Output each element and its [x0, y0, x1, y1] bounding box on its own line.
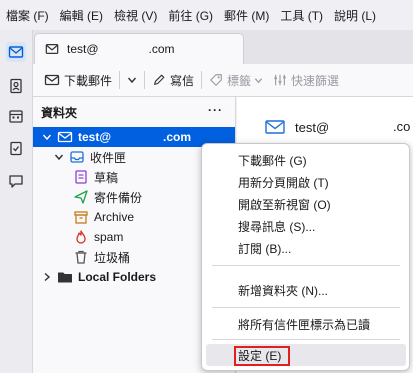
- highlight-box: [234, 346, 290, 366]
- folder-drafts[interactable]: 草稿: [69, 167, 118, 187]
- drafts-icon: [73, 169, 89, 185]
- menu-item-settings[interactable]: 設定 (E): [206, 344, 406, 366]
- archive-icon: [73, 209, 89, 225]
- folder-label: Archive: [94, 210, 135, 224]
- quick-filter-label: 快速篩選: [291, 73, 340, 88]
- menu-help[interactable]: 說明 (L): [334, 7, 376, 24]
- menu-edit[interactable]: 編輯 (E): [60, 7, 103, 24]
- folder-trash[interactable]: 垃圾桶: [69, 247, 130, 267]
- tab-bar: test@ .com: [33, 30, 413, 64]
- tab-mail[interactable]: test@ .com: [35, 34, 243, 64]
- tag-button[interactable]: 標籤: [204, 68, 268, 92]
- mail-toolbar: 下載郵件 寫信 標籤 快速篩選: [33, 64, 413, 97]
- menu-separator: [212, 307, 400, 308]
- folder-inbox[interactable]: 收件匣: [53, 147, 126, 167]
- sent-icon: [73, 189, 89, 205]
- toolbar-divider: [144, 71, 146, 89]
- trash-icon: [73, 249, 89, 265]
- chevron-down-icon: [127, 77, 137, 84]
- menu-file[interactable]: 檔案 (F): [6, 7, 49, 24]
- account-mail-icon: [57, 129, 73, 145]
- folder-label: 收件匣: [90, 150, 127, 165]
- get-messages-button[interactable]: 下載郵件: [39, 68, 117, 92]
- chevron-right-icon[interactable]: [41, 272, 53, 282]
- folder-archive[interactable]: Archive: [69, 207, 134, 227]
- chevron-down-icon[interactable]: [41, 132, 53, 142]
- menu-item-search-messages[interactable]: 搜尋訊息 (S)...: [206, 215, 406, 237]
- local-folders-row[interactable]: Local Folders: [41, 267, 156, 287]
- folder-spam[interactable]: spam: [69, 227, 123, 247]
- folder-pane-menu-button[interactable]: ···: [208, 103, 223, 117]
- account-heading-name: test@: [295, 119, 330, 135]
- write-label: 寫信: [170, 73, 195, 88]
- chevron-down-icon[interactable]: [53, 152, 65, 162]
- menu-item-open-new-tab[interactable]: 用新分頁開啟 (T): [206, 171, 406, 193]
- chevron-down-icon: [254, 77, 263, 83]
- address-book-icon: [10, 78, 22, 94]
- menu-item-open-new-window[interactable]: 開啟至新視窗 (O): [206, 193, 406, 215]
- filter-icon: [274, 74, 286, 86]
- folder-icon: [57, 269, 73, 285]
- menu-message[interactable]: 郵件 (M): [224, 7, 269, 24]
- folder-label: 草稿: [94, 170, 119, 185]
- menu-separator: [212, 265, 400, 266]
- folder-label: spam: [94, 230, 124, 244]
- calendar-button[interactable]: [6, 106, 26, 126]
- folder-sent[interactable]: 寄件備份: [69, 187, 142, 207]
- folder-pane-title: 資料夾: [41, 105, 78, 120]
- tab-domain: .com: [148, 42, 175, 56]
- mail-icon: [45, 44, 59, 54]
- get-messages-label: 下載郵件: [64, 73, 113, 88]
- mail-space-button[interactable]: [6, 42, 26, 62]
- account-heading-domain: .co: [393, 119, 411, 134]
- get-messages-dropdown[interactable]: [122, 68, 142, 92]
- menu-separator: [212, 339, 400, 340]
- menu-tools[interactable]: 工具 (T): [280, 7, 323, 24]
- toolbar-divider: [201, 71, 203, 89]
- account-name: test@: [78, 130, 112, 144]
- menu-item-subscribe[interactable]: 訂閱 (B)...: [206, 237, 406, 259]
- menu-item-new-folder[interactable]: 新增資料夾 (N)...: [206, 279, 406, 301]
- chat-icon: [9, 175, 23, 188]
- calendar-icon: [9, 110, 23, 123]
- account-heading: test@ .co: [265, 119, 410, 135]
- chat-button[interactable]: [6, 171, 26, 191]
- menubar: 檔案 (F) 編輯 (E) 檢視 (V) 前往 (G) 郵件 (M) 工具 (T…: [0, 0, 413, 30]
- spaces-toolbar: [0, 30, 33, 373]
- write-button[interactable]: 寫信: [147, 68, 199, 92]
- menu-item-get-messages[interactable]: 下載郵件 (G): [206, 149, 406, 171]
- tab-title: test@: [67, 42, 99, 56]
- folder-pane-header: 資料夾 ···: [33, 97, 235, 127]
- folder-label: 垃圾桶: [94, 250, 131, 265]
- quick-filter-button[interactable]: 快速篩選: [268, 68, 344, 92]
- tag-icon: [210, 74, 222, 86]
- spam-icon: [73, 229, 89, 245]
- mail-icon: [265, 120, 285, 134]
- folder-context-menu: 下載郵件 (G) 用新分頁開啟 (T) 開啟至新視窗 (O) 搜尋訊息 (S).…: [201, 143, 410, 371]
- download-mail-icon: [44, 74, 60, 86]
- account-domain: .com: [163, 130, 192, 144]
- tasks-icon: [10, 141, 22, 156]
- address-book-button[interactable]: [6, 76, 26, 96]
- mail-icon: [8, 46, 24, 58]
- menu-item-mark-all-read[interactable]: 將所有信件匣標示為已讀: [206, 313, 406, 335]
- folder-label: 寄件備份: [94, 190, 143, 205]
- tasks-button[interactable]: [6, 138, 26, 158]
- pencil-icon: [154, 74, 165, 85]
- inbox-icon: [69, 149, 85, 165]
- menu-view[interactable]: 檢視 (V): [114, 7, 157, 24]
- tag-label: 標籤: [227, 73, 252, 88]
- local-folders-label: Local Folders: [78, 270, 157, 284]
- menu-go[interactable]: 前往 (G): [168, 7, 213, 24]
- toolbar-divider: [119, 71, 121, 89]
